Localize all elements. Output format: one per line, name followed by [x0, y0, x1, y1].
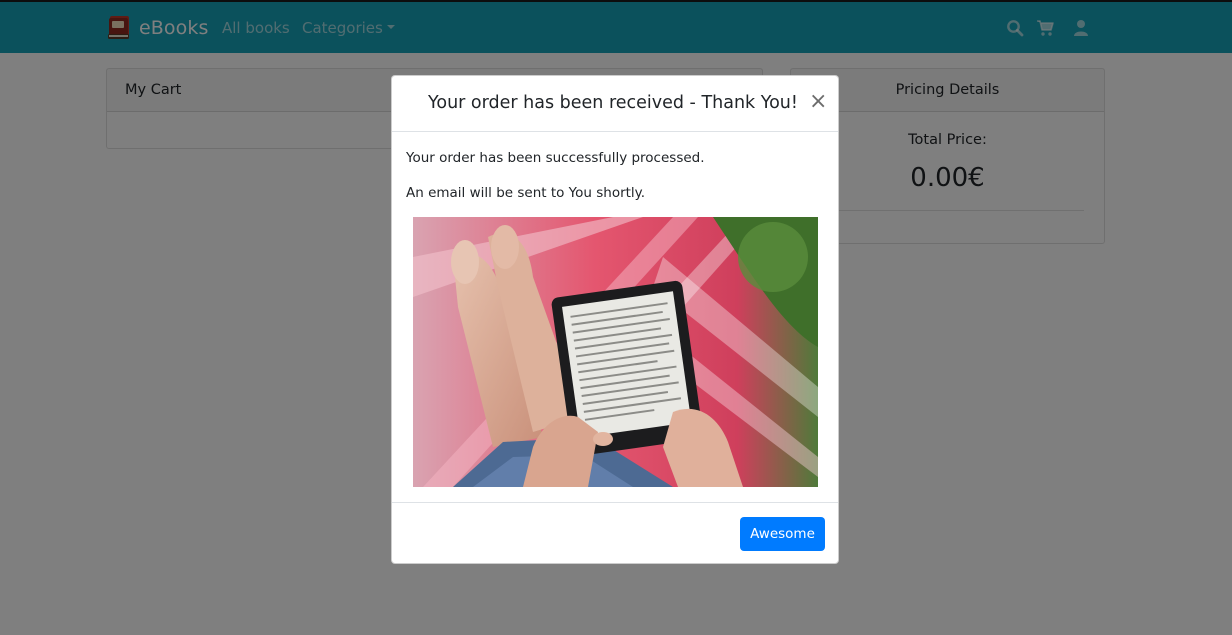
modal-header: Your order has been received - Thank You…	[392, 76, 838, 132]
awesome-button[interactable]: Awesome	[740, 517, 825, 551]
modal-title: Your order has been received - Thank You…	[428, 93, 798, 113]
modal-body: Your order has been successfully process…	[392, 132, 838, 502]
modal-footer: Awesome	[392, 502, 838, 563]
ereader-photo	[413, 217, 818, 487]
success-message: Your order has been successfully process…	[406, 150, 705, 166]
order-confirmation-modal: Your order has been received - Thank You…	[391, 75, 839, 564]
close-icon[interactable]: ×	[809, 90, 827, 114]
email-notice: An email will be sent to You shortly.	[406, 185, 646, 201]
